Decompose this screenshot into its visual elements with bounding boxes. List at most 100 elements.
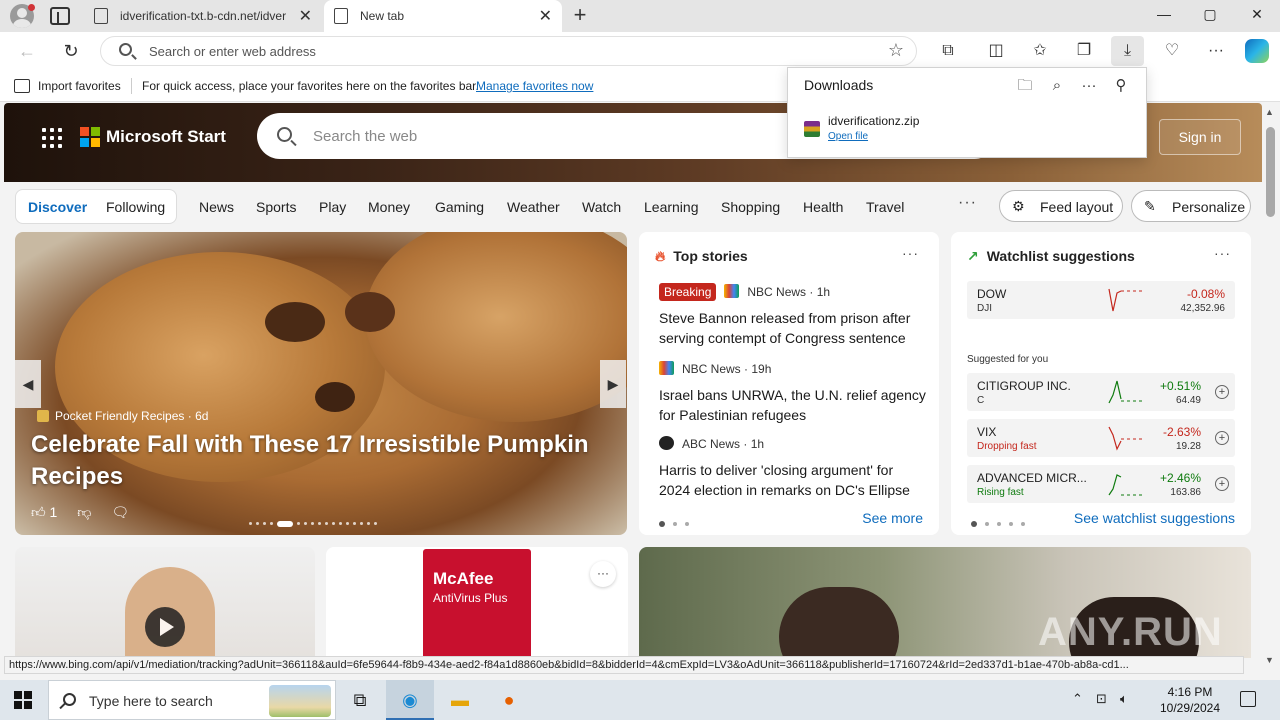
- story-item[interactable]: NBC News · 19h Israel bans UNRWA, the U.…: [659, 359, 927, 425]
- windows-start-icon[interactable]: [14, 691, 32, 709]
- collections-icon[interactable]: ❐: [1072, 39, 1096, 63]
- tray-overflow-icon[interactable]: ⌃: [1072, 691, 1083, 707]
- add-to-watchlist-button[interactable]: +: [1215, 431, 1229, 445]
- carousel-next-button[interactable]: ▶: [600, 360, 626, 408]
- split-screen-icon[interactable]: ◫: [984, 39, 1008, 63]
- nav-more-button[interactable]: ···: [958, 194, 977, 212]
- apps-grid-icon[interactable]: [42, 128, 62, 148]
- see-watchlist-link[interactable]: See watchlist suggestions: [1074, 510, 1235, 526]
- browser-essentials-icon[interactable]: ♡: [1160, 39, 1184, 63]
- file-explorer-icon[interactable]: ▬: [436, 680, 484, 720]
- nav-play[interactable]: Play: [319, 199, 346, 215]
- favorites-icon[interactable]: ✩: [1028, 39, 1052, 63]
- minimize-button[interactable]: —: [1152, 6, 1176, 26]
- carousel-prev-button[interactable]: ◀: [15, 360, 41, 408]
- import-favorites-button[interactable]: Import favorites: [38, 79, 121, 93]
- nav-gaming[interactable]: Gaming: [435, 199, 484, 215]
- address-bar[interactable]: Search or enter web address ☆: [100, 36, 917, 66]
- pin-icon[interactable]: ⚲: [1110, 75, 1132, 97]
- volume-icon[interactable]: 🔈︎: [1120, 691, 1128, 707]
- hero-carousel[interactable]: ◀ ▶ Pocket Friendly Recipes · 6d Celebra…: [15, 232, 627, 535]
- favorite-star-icon[interactable]: ☆: [888, 40, 904, 61]
- stock-row-citigroup[interactable]: CITIGROUP INC. C +0.51% 64.49 +: [967, 373, 1235, 411]
- card-more-button[interactable]: ···: [1214, 245, 1231, 261]
- downloads-icon[interactable]: ⤓: [1111, 36, 1144, 66]
- nav-money[interactable]: Money: [368, 199, 410, 215]
- close-window-button[interactable]: ✕: [1245, 6, 1269, 26]
- extensions-icon[interactable]: ⧉: [936, 39, 960, 63]
- comment-icon[interactable]: 🗨︎: [111, 504, 129, 520]
- taskbar-search-input[interactable]: Type here to search: [89, 693, 213, 709]
- add-to-watchlist-button[interactable]: +: [1215, 385, 1229, 399]
- new-tab-button[interactable]: +: [568, 4, 592, 28]
- maximize-button[interactable]: ▢: [1198, 6, 1222, 26]
- edge-app-icon[interactable]: ◉: [386, 680, 434, 720]
- stock-change: +0.51%: [1159, 379, 1201, 393]
- copilot-icon[interactable]: [1245, 39, 1269, 63]
- stock-name: DOW: [977, 287, 1007, 301]
- nav-travel[interactable]: Travel: [866, 199, 904, 215]
- open-file-link[interactable]: Open file: [828, 131, 868, 142]
- network-icon[interactable]: ⊡: [1096, 691, 1107, 707]
- nav-weather[interactable]: Weather: [507, 199, 560, 215]
- video-card[interactable]: [15, 547, 315, 658]
- system-clock[interactable]: 4:16 PM 10/29/2024: [1150, 684, 1230, 716]
- personalize-button[interactable]: ✎ Personalize: [1131, 190, 1251, 222]
- add-to-watchlist-button[interactable]: +: [1215, 477, 1229, 491]
- nav-health[interactable]: Health: [803, 199, 843, 215]
- microsoft-logo-icon[interactable]: [80, 127, 100, 147]
- tab-new-tab[interactable]: New tab ✕: [324, 0, 562, 32]
- address-input[interactable]: Search or enter web address: [149, 44, 316, 59]
- scroll-up-icon[interactable]: ▲: [1265, 107, 1274, 117]
- see-more-link[interactable]: See more: [862, 510, 923, 526]
- thumbs-down-icon[interactable]: 👎︎: [77, 504, 91, 520]
- tab-following[interactable]: Following: [106, 199, 165, 215]
- stock-row-vix[interactable]: VIX Dropping fast -2.63% 19.28 +: [967, 419, 1235, 457]
- ad-card[interactable]: McAfee AntiVirus Plus: [326, 547, 628, 658]
- scroll-thumb[interactable]: [1266, 127, 1275, 217]
- tab-close-icon[interactable]: ✕: [299, 6, 312, 26]
- story-headline[interactable]: Israel bans UNRWA, the U.N. relief agenc…: [659, 385, 927, 425]
- tab-close-icon[interactable]: ✕: [539, 6, 552, 26]
- download-file-name[interactable]: idverificationz.zip: [828, 114, 919, 128]
- tab-actions-icon[interactable]: [50, 7, 70, 25]
- scroll-down-icon[interactable]: ▼: [1265, 655, 1274, 665]
- taskbar-search-box[interactable]: Type here to search: [48, 680, 336, 720]
- hero-title[interactable]: Celebrate Fall with These 17 Irresistibl…: [31, 429, 591, 493]
- firefox-icon[interactable]: ●: [485, 680, 533, 720]
- divider: [131, 78, 132, 94]
- task-view-icon[interactable]: ⧉: [336, 680, 384, 720]
- story-item[interactable]: ABC News · 1h Harris to deliver 'closing…: [659, 434, 927, 500]
- play-icon[interactable]: [145, 607, 185, 647]
- story-item[interactable]: Breaking NBC News · 1h Steve Bannon relea…: [659, 282, 927, 348]
- card-more-button[interactable]: ···: [902, 245, 919, 261]
- manage-favorites-link[interactable]: Manage favorites now: [476, 79, 593, 93]
- refresh-icon[interactable]: ↻: [60, 40, 82, 62]
- story-headline[interactable]: Steve Bannon released from prison after …: [659, 308, 927, 348]
- nav-sports[interactable]: Sports: [256, 199, 296, 215]
- search-icon[interactable]: ⌕: [1046, 75, 1068, 97]
- open-folder-icon[interactable]: 🗀︎: [1014, 75, 1036, 97]
- page-scrollbar[interactable]: ▲ ▼: [1262, 103, 1280, 671]
- tab-discover[interactable]: Discover: [28, 199, 87, 215]
- web-search-input[interactable]: Search the web: [313, 128, 417, 145]
- sign-in-button[interactable]: Sign in: [1159, 119, 1241, 155]
- notifications-icon[interactable]: [1240, 691, 1256, 707]
- story-headline[interactable]: Harris to deliver 'closing argument' for…: [659, 460, 927, 500]
- feed-layout-button[interactable]: ⚙ Feed layout: [999, 190, 1123, 222]
- more-icon[interactable]: ···: [1204, 39, 1228, 63]
- stock-row-dow[interactable]: DOW DJI -0.08% 42,352.96: [967, 281, 1235, 319]
- brand-name[interactable]: Microsoft Start: [106, 127, 226, 147]
- ad-options-button[interactable]: ···: [590, 561, 616, 587]
- thumbs-up-icon[interactable]: 👍︎: [31, 504, 46, 520]
- more-options-icon[interactable]: ···: [1078, 75, 1100, 97]
- nav-shopping[interactable]: Shopping: [721, 199, 780, 215]
- nav-watch[interactable]: Watch: [582, 199, 621, 215]
- back-arrow-icon[interactable]: ←: [16, 40, 38, 62]
- watchlist-header: ↗ Watchlist suggestions: [967, 248, 1135, 265]
- nav-news[interactable]: News: [199, 199, 234, 215]
- stock-row-amd[interactable]: ADVANCED MICR... Rising fast +2.46% 163.…: [967, 465, 1235, 503]
- import-icon[interactable]: [14, 79, 30, 93]
- tab-idverification[interactable]: idverification-txt.b-cdn.net/idver ✕: [84, 0, 322, 32]
- nav-learning[interactable]: Learning: [644, 199, 699, 215]
